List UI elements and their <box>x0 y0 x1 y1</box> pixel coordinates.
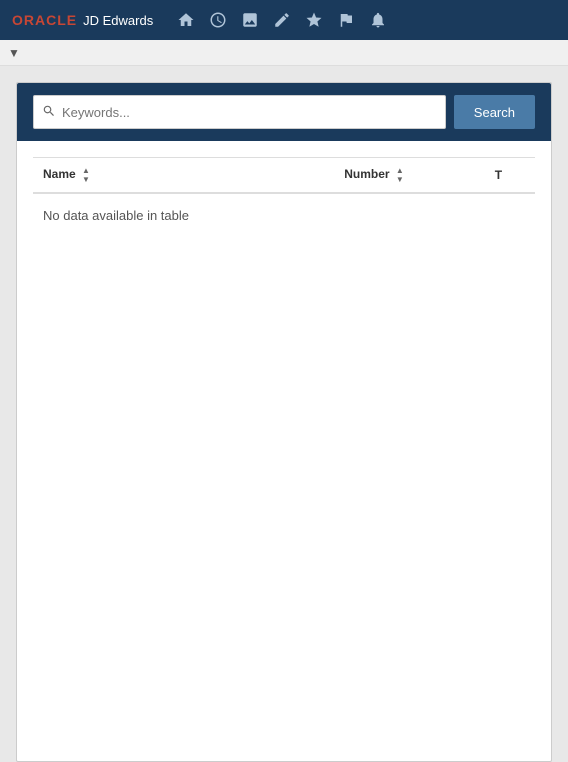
clock-icon[interactable] <box>209 11 227 29</box>
home-icon[interactable] <box>177 11 195 29</box>
content-card: Search Name ▲▼ Number ▲▼ T <box>16 82 552 762</box>
table-body: No data available in table <box>33 193 535 237</box>
sort-icon-name: ▲▼ <box>82 166 90 184</box>
column-header-name[interactable]: Name ▲▼ <box>33 158 334 194</box>
oracle-wordmark: ORACLE <box>12 12 77 28</box>
oracle-logo: ORACLE JD Edwards <box>12 12 153 28</box>
navbar: ORACLE JD Edwards <box>0 0 568 40</box>
star-icon[interactable] <box>305 11 323 29</box>
empty-table-message: No data available in table <box>33 193 535 237</box>
column-header-t[interactable]: T <box>485 158 535 194</box>
search-input[interactable] <box>62 105 437 120</box>
search-input-wrapper <box>33 95 446 129</box>
jde-wordmark: JD Edwards <box>83 13 153 28</box>
empty-table-row: No data available in table <box>33 193 535 237</box>
bell-icon[interactable] <box>369 11 387 29</box>
data-table: Name ▲▼ Number ▲▼ T No data available in… <box>33 157 535 237</box>
secondary-bar: ▼ <box>0 40 568 66</box>
search-icon <box>42 104 56 121</box>
menu-arrow-icon[interactable]: ▼ <box>8 46 20 60</box>
image-icon[interactable] <box>241 11 259 29</box>
main-content: Search Name ▲▼ Number ▲▼ T <box>0 66 568 762</box>
column-header-number[interactable]: Number ▲▼ <box>334 158 485 194</box>
search-section: Search <box>17 83 551 141</box>
table-header: Name ▲▼ Number ▲▼ T <box>33 158 535 194</box>
navbar-icons <box>177 11 387 29</box>
edit-icon[interactable] <box>273 11 291 29</box>
flag-icon[interactable] <box>337 11 355 29</box>
search-button[interactable]: Search <box>454 95 535 129</box>
sort-icon-number: ▲▼ <box>396 166 404 184</box>
